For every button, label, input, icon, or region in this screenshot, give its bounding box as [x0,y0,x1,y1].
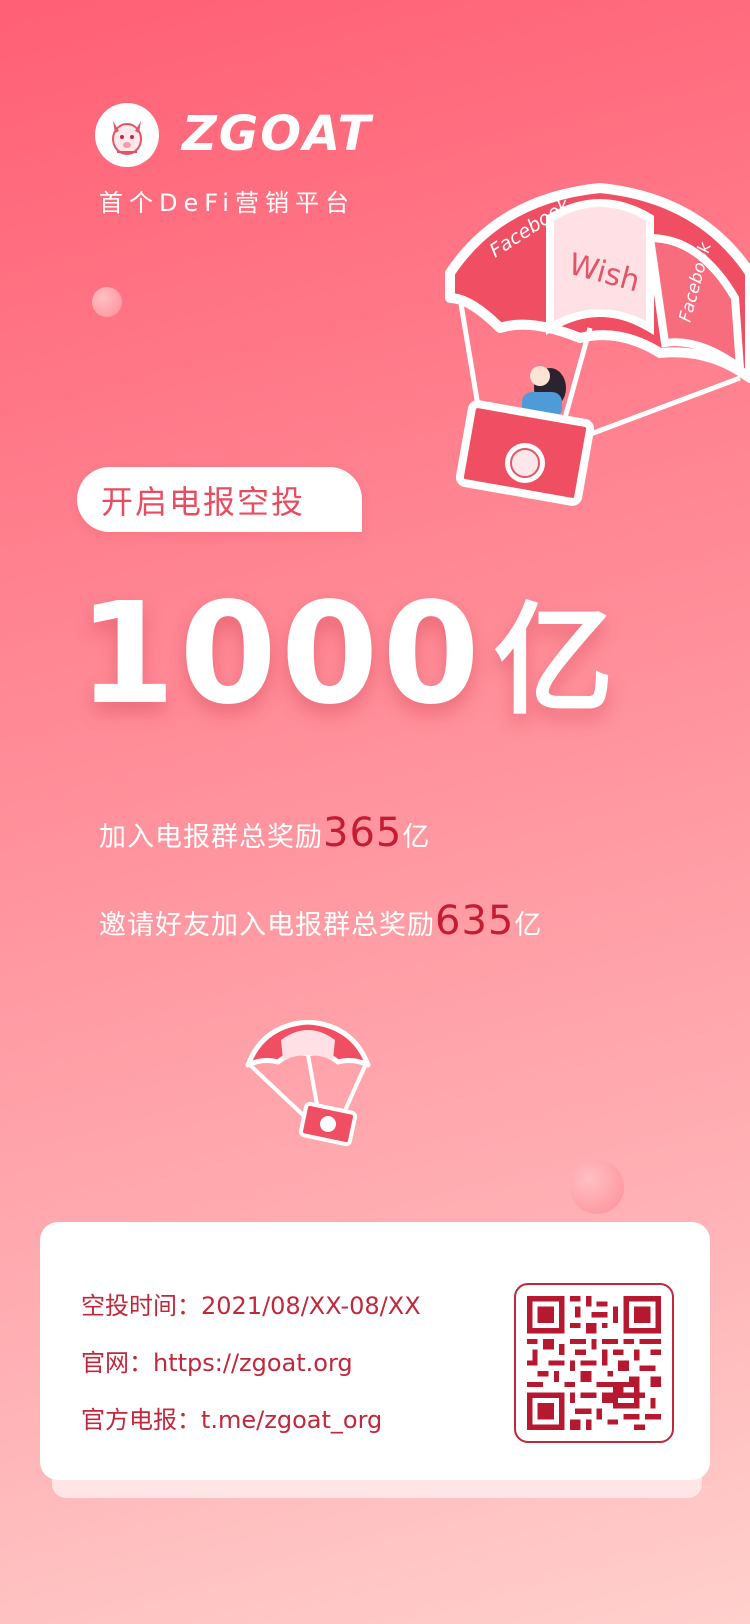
website-row: 官网：https://zgoat.org [81,1343,353,1378]
goat-logo-icon [95,103,159,167]
total-amount: 1000亿 [78,585,618,725]
brand-tagline: 首个DeFi营销平台 [99,189,355,217]
parachute-illustration-icon: Facebook Wish Facebook [445,183,750,506]
airdrop-time-row: 空投时间：2021/08/XX-08/XX [81,1286,421,1321]
airdrop-time-value: 2021/08/XX-08/XX [201,1292,421,1320]
telegram-link[interactable]: t.me/zgoat_org [201,1406,382,1434]
total-amount-value: 1000 [78,573,484,736]
website-link[interactable]: https://zgoat.org [153,1349,353,1377]
reward-line-invite: 邀请好友加入电报群总奖励635亿 [99,898,542,944]
reward-join-suffix: 亿 [402,822,431,853]
decor-dot-bottom [570,1160,624,1214]
total-amount-unit: 亿 [493,592,618,731]
qr-code-frame [514,1283,674,1443]
reward-join-number: 365 [323,810,403,856]
reward-invite-prefix: 邀请好友加入电报群总奖励 [99,910,435,941]
airdrop-time-label: 空投时间： [81,1292,201,1320]
brand-name: ZGOAT [182,106,373,162]
airdrop-title-badge: 开启电报空投 [77,467,362,532]
parachute-icon [245,1020,371,1147]
airdrop-title-text: 开启电报空投 [101,482,306,521]
reward-invite-number: 635 [435,898,515,944]
reward-invite-suffix: 亿 [514,910,543,941]
telegram-row: 官方电报：t.me/zgoat_org [81,1400,382,1435]
reward-join-prefix: 加入电报群总奖励 [99,822,323,853]
decor-dot-top [92,287,122,317]
website-label: 官网： [81,1349,153,1377]
reward-line-join: 加入电报群总奖励365亿 [99,810,430,856]
qr-code-icon [527,1296,661,1430]
telegram-label: 官方电报： [81,1406,201,1434]
